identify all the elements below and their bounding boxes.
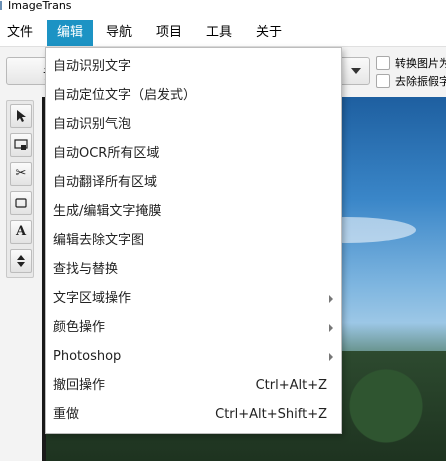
menu-item-auto-ocr-all[interactable]: 自动OCR所有区域 — [46, 139, 341, 168]
menu-item-auto-recognize-text[interactable]: 自动识别文字 — [46, 52, 341, 81]
chevron-right-icon — [329, 295, 333, 303]
menu-item-text-region-ops[interactable]: 文字区域操作 — [46, 284, 341, 313]
remove-text-checkbox-row[interactable]: 去除振假字 — [376, 73, 446, 89]
menu-item-color-ops[interactable]: 颜色操作 — [46, 313, 341, 342]
menu-item-label: Photoshop — [53, 349, 122, 364]
convert-image-checkbox-row[interactable]: 转换图片为 — [376, 55, 446, 71]
menu-bar: 文件 编辑 导航 项目 工具 关于 — [0, 16, 446, 47]
menu-item-shortcut: Ctrl+Alt+Z — [255, 378, 327, 393]
menu-navigate[interactable]: 导航 — [98, 20, 140, 46]
menu-item-text-mask[interactable]: 生成/编辑文字掩膜 — [46, 197, 341, 226]
window-title: ImageTrans — [8, 0, 72, 12]
menu-item-auto-locate-text[interactable]: 自动定位文字（启发式） — [46, 81, 341, 110]
menu-about[interactable]: 关于 — [248, 20, 290, 46]
text-icon[interactable]: A — [10, 220, 32, 244]
menu-file[interactable]: 文件 — [0, 20, 40, 46]
menu-item-label: 撤回操作 — [53, 378, 106, 393]
menu-item-photoshop[interactable]: Photoshop — [46, 342, 341, 371]
menu-item-label: 自动定位文字（启发式） — [53, 88, 197, 103]
menu-item-auto-translate-all[interactable]: 自动翻译所有区域 — [46, 168, 341, 197]
menu-item-label: 自动识别文字 — [53, 59, 132, 74]
menu-item-label: 生成/编辑文字掩膜 — [53, 204, 162, 219]
chevron-right-icon — [329, 353, 333, 361]
chevron-right-icon — [329, 324, 333, 332]
menu-item-label: 颜色操作 — [53, 320, 106, 335]
tool-palette: ✂ A — [6, 100, 34, 278]
menu-item-label: 查找与替换 — [53, 262, 119, 277]
convert-image-label: 转换图片为 — [395, 57, 446, 70]
menu-item-undo[interactable]: 撤回操作 Ctrl+Alt+Z — [46, 371, 341, 400]
menu-item-edit-cleaned-image[interactable]: 编辑去除文字图 — [46, 226, 341, 255]
menu-item-redo[interactable]: 重做 Ctrl+Alt+Shift+Z — [46, 400, 341, 429]
convert-image-checkbox[interactable] — [376, 56, 390, 70]
region-select-icon[interactable] — [10, 133, 32, 157]
menu-item-shortcut: Ctrl+Alt+Shift+Z — [215, 407, 327, 422]
remove-text-label: 去除振假字 — [395, 75, 446, 88]
menu-item-label: 重做 — [53, 407, 80, 422]
menu-item-find-replace[interactable]: 查找与替换 — [46, 255, 341, 284]
menu-item-label: 自动OCR所有区域 — [53, 146, 160, 161]
menu-project[interactable]: 项目 — [148, 20, 190, 46]
menu-tools[interactable]: 工具 — [198, 20, 240, 46]
title-bar: ImageTrans — [0, 0, 446, 16]
move-vertical-icon[interactable] — [10, 249, 32, 273]
menu-item-label: 自动识别气泡 — [53, 117, 132, 132]
menu-item-label: 文字区域操作 — [53, 291, 132, 306]
menu-item-auto-recognize-bubbles[interactable]: 自动识别气泡 — [46, 110, 341, 139]
menu-item-label: 编辑去除文字图 — [53, 233, 145, 248]
remove-text-checkbox[interactable] — [376, 74, 390, 88]
chevron-down-icon — [351, 68, 361, 74]
app-icon — [0, 1, 5, 10]
scissors-icon[interactable]: ✂ — [10, 162, 32, 186]
pointer-icon[interactable] — [10, 104, 32, 128]
menu-edit[interactable]: 编辑 — [47, 20, 93, 46]
edit-menu-dropdown: 自动识别文字 自动定位文字（启发式） 自动识别气泡 自动OCR所有区域 自动翻译… — [45, 47, 342, 434]
menu-item-label: 自动翻译所有区域 — [53, 175, 158, 190]
rectangle-icon[interactable] — [10, 191, 32, 215]
